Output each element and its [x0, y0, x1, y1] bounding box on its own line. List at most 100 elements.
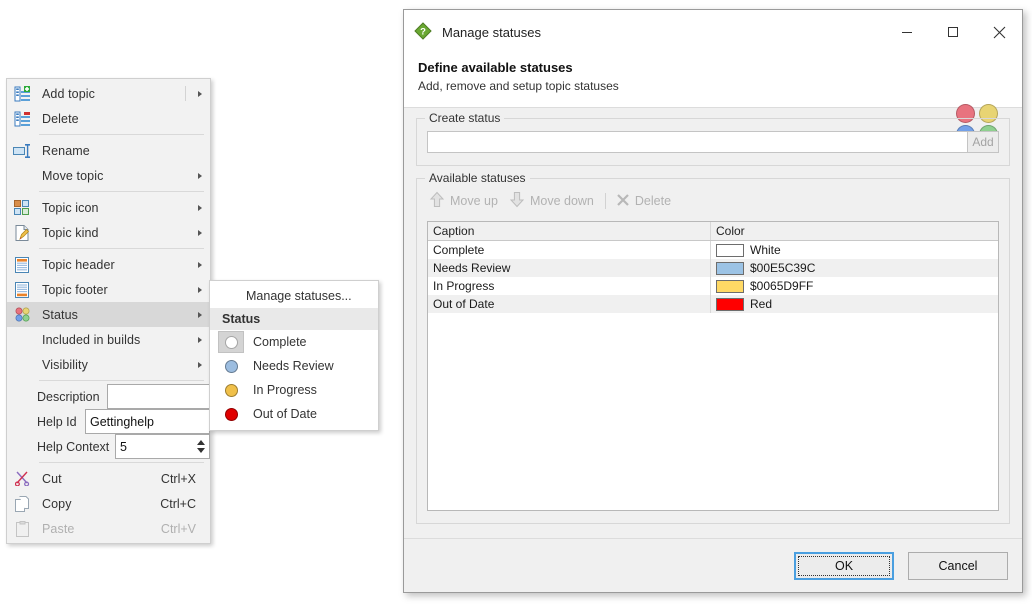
- topic-icon-icon: [7, 195, 37, 220]
- table-row[interactable]: Out of Date Red: [428, 295, 998, 313]
- submenu-status-complete[interactable]: Complete: [210, 330, 378, 354]
- submenu-status-needs-review[interactable]: Needs Review: [210, 354, 378, 378]
- menu-item-shortcut: Ctrl+X: [160, 471, 196, 486]
- available-statuses-group: Available statuses Move up Move down Del…: [416, 171, 1010, 524]
- help-context-label: Help Context: [37, 439, 110, 454]
- arrow-down-icon: [509, 191, 525, 211]
- color-swatch: [716, 243, 744, 257]
- menu-item-copy[interactable]: Copy Ctrl+C: [7, 491, 210, 516]
- topic-kind-icon: [7, 220, 37, 245]
- menu-item-included-in-builds[interactable]: Included in builds: [7, 327, 210, 352]
- submenu-item-manage-statuses[interactable]: Manage statuses...: [210, 284, 378, 308]
- table-row[interactable]: Needs Review $00E5C39C: [428, 259, 998, 277]
- table-header-row: Caption Color: [428, 222, 998, 241]
- help-context-input[interactable]: 5: [115, 434, 210, 459]
- column-header-caption[interactable]: Caption: [428, 222, 711, 240]
- chevron-right-icon: [198, 261, 202, 268]
- menu-item-rename[interactable]: Rename: [7, 138, 210, 163]
- move-down-label: Move down: [529, 194, 594, 208]
- cancel-button[interactable]: Cancel: [908, 551, 1008, 580]
- cell-color: White: [711, 241, 998, 259]
- submenu-status-in-progress[interactable]: In Progress: [210, 378, 378, 402]
- stepper-down-icon[interactable]: [196, 448, 205, 453]
- create-status-group: Create status Add: [416, 111, 1010, 166]
- rename-icon: [7, 138, 37, 163]
- topic-context-menu: Add topic Delete Rename Move topic Topic…: [6, 78, 211, 544]
- table-row[interactable]: Complete White: [428, 241, 998, 259]
- available-statuses-group-title: Available statuses: [425, 171, 530, 185]
- menu-item-label: Topic footer: [42, 282, 108, 297]
- screen: Add topic Delete Rename Move topic Topic…: [0, 0, 1032, 609]
- chevron-right-icon: [198, 204, 202, 211]
- color-swatch: [716, 297, 744, 311]
- menu-item-add-topic[interactable]: Add topic: [7, 81, 210, 106]
- help-id-input[interactable]: Gettinghelp: [85, 409, 210, 434]
- status-submenu: Manage statuses... Status Complete Needs…: [209, 280, 379, 431]
- description-input[interactable]: [107, 384, 210, 409]
- chevron-right-icon: [198, 286, 202, 293]
- menu-item-status[interactable]: Status: [7, 302, 210, 327]
- menu-separator: [39, 462, 204, 463]
- no-icon: [7, 327, 37, 352]
- copy-icon: [7, 491, 37, 516]
- cell-color: Red: [711, 295, 998, 313]
- dialog-body: Create status Add Available statuses Mov…: [404, 108, 1022, 538]
- stepper-up-icon[interactable]: [196, 440, 205, 445]
- status-dot-icon: [224, 383, 238, 397]
- no-icon: [7, 352, 37, 377]
- menu-item-move-topic[interactable]: Move topic: [7, 163, 210, 188]
- move-down-button[interactable]: Move down: [507, 191, 603, 211]
- submenu-section-header: Status: [210, 308, 378, 330]
- help-id-field-row: Help Id Gettinghelp: [7, 409, 210, 434]
- chevron-right-icon: [198, 172, 202, 179]
- menu-separator: [39, 380, 204, 381]
- dialog-banner: Define available statuses Add, remove an…: [404, 54, 1022, 144]
- submenu-status-out-of-date[interactable]: Out of Date: [210, 402, 378, 426]
- add-status-button[interactable]: Add: [967, 131, 999, 153]
- menu-item-cut[interactable]: Cut Ctrl+X: [7, 466, 210, 491]
- cell-caption: Complete: [428, 241, 711, 259]
- menu-item-topic-kind[interactable]: Topic kind: [7, 220, 210, 245]
- column-header-color[interactable]: Color: [711, 222, 998, 240]
- add-topic-icon: [7, 81, 37, 106]
- menu-item-topic-footer[interactable]: Topic footer: [7, 277, 210, 302]
- statuses-table[interactable]: Caption Color Complete White Needs Revie…: [427, 221, 999, 511]
- cell-color: $00E5C39C: [711, 259, 998, 277]
- menu-item-label: Cut: [42, 471, 62, 486]
- menu-item-delete[interactable]: Delete: [7, 106, 210, 131]
- dialog-footer: OK Cancel: [404, 538, 1022, 592]
- ok-button[interactable]: OK: [794, 551, 894, 580]
- move-up-button[interactable]: Move up: [427, 191, 507, 211]
- menu-item-label: Rename: [42, 143, 90, 158]
- chevron-right-icon: [198, 361, 202, 368]
- menu-separator: [39, 191, 204, 192]
- statuses-toolbar: Move up Move down Delete: [427, 189, 999, 213]
- menu-item-visibility[interactable]: Visibility: [7, 352, 210, 377]
- help-context-stepper[interactable]: [192, 435, 209, 458]
- dialog-title-bar[interactable]: ? Manage statuses: [404, 10, 1022, 54]
- menu-item-label: Status: [42, 307, 79, 322]
- close-icon[interactable]: [976, 10, 1022, 54]
- menu-item-label: Topic kind: [42, 225, 99, 240]
- cell-caption: In Progress: [428, 277, 711, 295]
- create-status-input[interactable]: [427, 131, 967, 153]
- no-icon: [7, 163, 37, 188]
- status-swatch-box: [218, 379, 244, 401]
- menu-item-topic-header[interactable]: Topic header: [7, 252, 210, 277]
- menu-item-topic-icon[interactable]: Topic icon: [7, 195, 210, 220]
- table-row[interactable]: In Progress $0065D9FF: [428, 277, 998, 295]
- status-swatch-box: [218, 331, 244, 353]
- maximize-icon[interactable]: [930, 10, 976, 54]
- menu-divider: [185, 86, 186, 101]
- color-name: $0065D9FF: [750, 279, 814, 293]
- create-status-group-title: Create status: [425, 111, 505, 125]
- banner-subheading: Add, remove and setup topic statuses: [418, 79, 619, 93]
- focus-ring: [798, 555, 890, 576]
- color-name: Red: [750, 297, 773, 311]
- menu-item-shortcut: Ctrl+V: [160, 521, 196, 536]
- dialog-title: Manage statuses: [442, 24, 542, 40]
- description-label: Description: [37, 389, 100, 404]
- minimize-icon[interactable]: [884, 10, 930, 54]
- chevron-right-icon: [198, 311, 202, 318]
- delete-status-button[interactable]: Delete: [614, 193, 680, 210]
